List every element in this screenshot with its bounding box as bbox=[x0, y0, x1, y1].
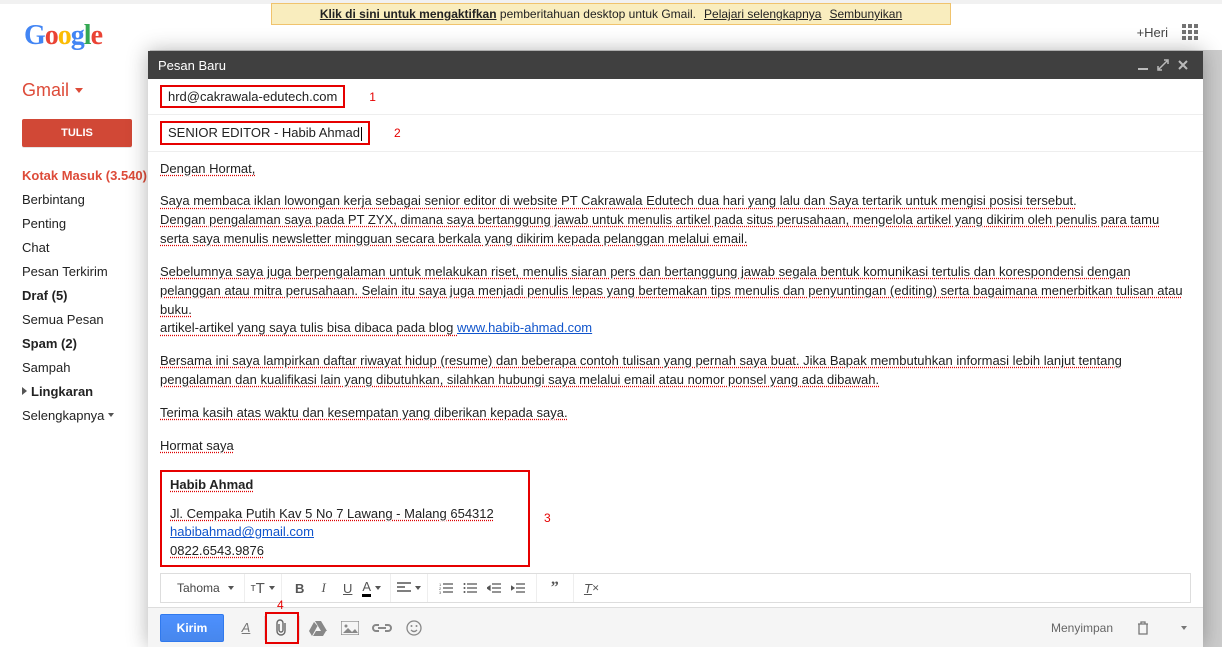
chevron-down-icon bbox=[228, 586, 234, 590]
subject-row[interactable]: SENIOR EDITOR - Habib Ahmad 2 bbox=[148, 115, 1203, 152]
body-p2b-prefix: artikel-artikel yang saya tulis bisa dib… bbox=[160, 320, 457, 335]
body-p3: Bersama ini saya lampirkan daftar riwaya… bbox=[160, 353, 1122, 387]
signature-email[interactable]: habibahmad@gmail.com bbox=[170, 524, 314, 539]
apps-grid-icon[interactable] bbox=[1182, 24, 1198, 40]
to-row[interactable]: hrd@cakrawala-edutech.com 1 bbox=[148, 79, 1203, 115]
outdent-button[interactable] bbox=[482, 576, 506, 600]
compose-titlebar: Pesan Baru bbox=[148, 51, 1203, 79]
numbered-list-button[interactable]: 123 bbox=[434, 576, 458, 600]
nav-starred[interactable]: Berbintang bbox=[22, 187, 150, 211]
nav-all[interactable]: Semua Pesan bbox=[22, 307, 150, 331]
signature-phone: 0822.6543.9876 bbox=[170, 542, 520, 561]
compose-footer: Kirim A 4 Meny bbox=[148, 607, 1203, 647]
nav-trash[interactable]: Sampah bbox=[22, 355, 150, 379]
chevron-down-icon bbox=[1181, 626, 1187, 630]
learn-more-link[interactable]: Pelajari selengkapnya bbox=[704, 7, 821, 21]
minimize-icon[interactable] bbox=[1133, 55, 1153, 75]
insert-drive-button[interactable] bbox=[302, 613, 334, 643]
body-p2a: Sebelumnya saya juga berpengalaman untuk… bbox=[160, 264, 1183, 317]
nav-sent[interactable]: Pesan Terkirim bbox=[22, 259, 150, 283]
compose-body[interactable]: Dengan Hormat, Saya membaca iklan lowong… bbox=[148, 152, 1203, 573]
hide-notif-link[interactable]: Sembunyikan bbox=[829, 7, 902, 21]
underline-button[interactable]: U bbox=[336, 576, 360, 600]
nav-drafts[interactable]: Draf (5) bbox=[22, 283, 150, 307]
insert-link-button[interactable] bbox=[366, 613, 398, 643]
photo-icon bbox=[341, 621, 359, 635]
nav-chat[interactable]: Chat bbox=[22, 235, 150, 259]
trash-icon bbox=[1137, 621, 1149, 635]
discard-button[interactable] bbox=[1127, 613, 1159, 643]
nav-important[interactable]: Penting bbox=[22, 211, 150, 235]
enable-notif-link[interactable]: Klik di sini untuk mengaktifkan bbox=[320, 7, 497, 21]
app-name: Gmail bbox=[22, 80, 69, 101]
page: Klik di sini untuk mengaktifkan pemberit… bbox=[0, 0, 1222, 647]
indent-button[interactable] bbox=[506, 576, 530, 600]
saving-status: Menyimpan bbox=[1051, 621, 1113, 635]
font-family-select[interactable]: Tahoma bbox=[173, 581, 238, 595]
notif-text: pemberitahuan desktop untuk Gmail. bbox=[500, 7, 696, 21]
nav-spam[interactable]: Spam (2) bbox=[22, 331, 150, 355]
annotation-1: 1 bbox=[369, 90, 376, 104]
nav-more[interactable]: Selengkapnya bbox=[22, 403, 150, 427]
text-color-button[interactable]: A bbox=[360, 576, 384, 600]
format-toolbar: Tahoma тT B I U A 123 ” bbox=[160, 573, 1191, 603]
more-options-button[interactable] bbox=[1173, 613, 1191, 643]
chevron-down-icon bbox=[415, 586, 421, 590]
emoji-icon bbox=[406, 620, 422, 636]
notification-bar: Klik di sini untuk mengaktifkan pemberit… bbox=[271, 3, 951, 25]
bold-button[interactable]: B bbox=[288, 576, 312, 600]
paperclip-icon bbox=[275, 619, 289, 637]
bullet-list-button[interactable] bbox=[458, 576, 482, 600]
insert-emoji-button[interactable] bbox=[398, 613, 430, 643]
google-logo: Google bbox=[24, 20, 102, 52]
to-field[interactable]: hrd@cakrawala-edutech.com bbox=[160, 85, 345, 108]
signature-box: Habib Ahmad Jl. Cempaka Putih Kav 5 No 7… bbox=[160, 470, 530, 567]
insert-photo-button[interactable] bbox=[334, 613, 366, 643]
svg-text:3: 3 bbox=[439, 590, 442, 594]
annotation-3: 3 bbox=[544, 510, 551, 527]
subject-field[interactable]: SENIOR EDITOR - Habib Ahmad bbox=[160, 121, 370, 145]
compose-title: Pesan Baru bbox=[158, 58, 1133, 73]
send-button[interactable]: Kirim bbox=[160, 614, 224, 642]
chevron-down-icon bbox=[108, 413, 114, 417]
chevron-right-icon bbox=[22, 387, 27, 395]
chevron-down-icon bbox=[75, 88, 83, 93]
compose-button[interactable]: TULIS bbox=[22, 119, 132, 147]
app-switcher[interactable]: Gmail bbox=[22, 80, 150, 101]
align-button[interactable] bbox=[397, 576, 421, 600]
text-cursor bbox=[361, 127, 362, 141]
quote-button[interactable]: ” bbox=[543, 576, 567, 600]
expand-icon[interactable] bbox=[1153, 55, 1173, 75]
annotation-4: 4 bbox=[277, 598, 284, 612]
body-p4: Terima kasih atas waktu dan kesempatan y… bbox=[160, 405, 568, 420]
clear-format-button[interactable]: T✕ bbox=[580, 576, 604, 600]
signature-name: Habib Ahmad bbox=[170, 476, 520, 495]
body-p1a: Saya membaca iklan lowongan kerja sebaga… bbox=[160, 193, 1077, 208]
annotation-2: 2 bbox=[394, 126, 401, 140]
chevron-down-icon bbox=[269, 586, 275, 590]
nav-circles[interactable]: Lingkaran bbox=[22, 379, 150, 403]
account-link[interactable]: +Heri bbox=[1137, 25, 1168, 40]
italic-button[interactable]: I bbox=[312, 576, 336, 600]
nav-inbox[interactable]: Kotak Masuk (3.540) bbox=[22, 163, 150, 187]
portfolio-link[interactable]: www.habib-ahmad.com bbox=[457, 320, 592, 335]
link-icon bbox=[372, 623, 392, 633]
chevron-down-icon bbox=[375, 586, 381, 590]
body-greeting: Dengan Hormat, bbox=[160, 161, 255, 176]
sidebar: Gmail TULIS Kotak Masuk (3.540) Berbinta… bbox=[0, 80, 150, 427]
font-size-button[interactable]: тT bbox=[251, 576, 275, 600]
attach-file-button[interactable] bbox=[265, 612, 299, 644]
close-icon[interactable] bbox=[1173, 55, 1193, 75]
format-toggle-button[interactable]: A bbox=[230, 613, 262, 643]
drive-icon bbox=[309, 620, 327, 636]
body-p1b: Dengan pengalaman saya pada PT ZYX, dima… bbox=[160, 212, 1159, 246]
body-closing: Hormat saya bbox=[160, 438, 234, 453]
signature-address: Jl. Cempaka Putih Kav 5 No 7 Lawang - Ma… bbox=[170, 505, 520, 524]
compose-window: Pesan Baru hrd@cakrawala-edutech.com 1 S… bbox=[148, 51, 1203, 647]
